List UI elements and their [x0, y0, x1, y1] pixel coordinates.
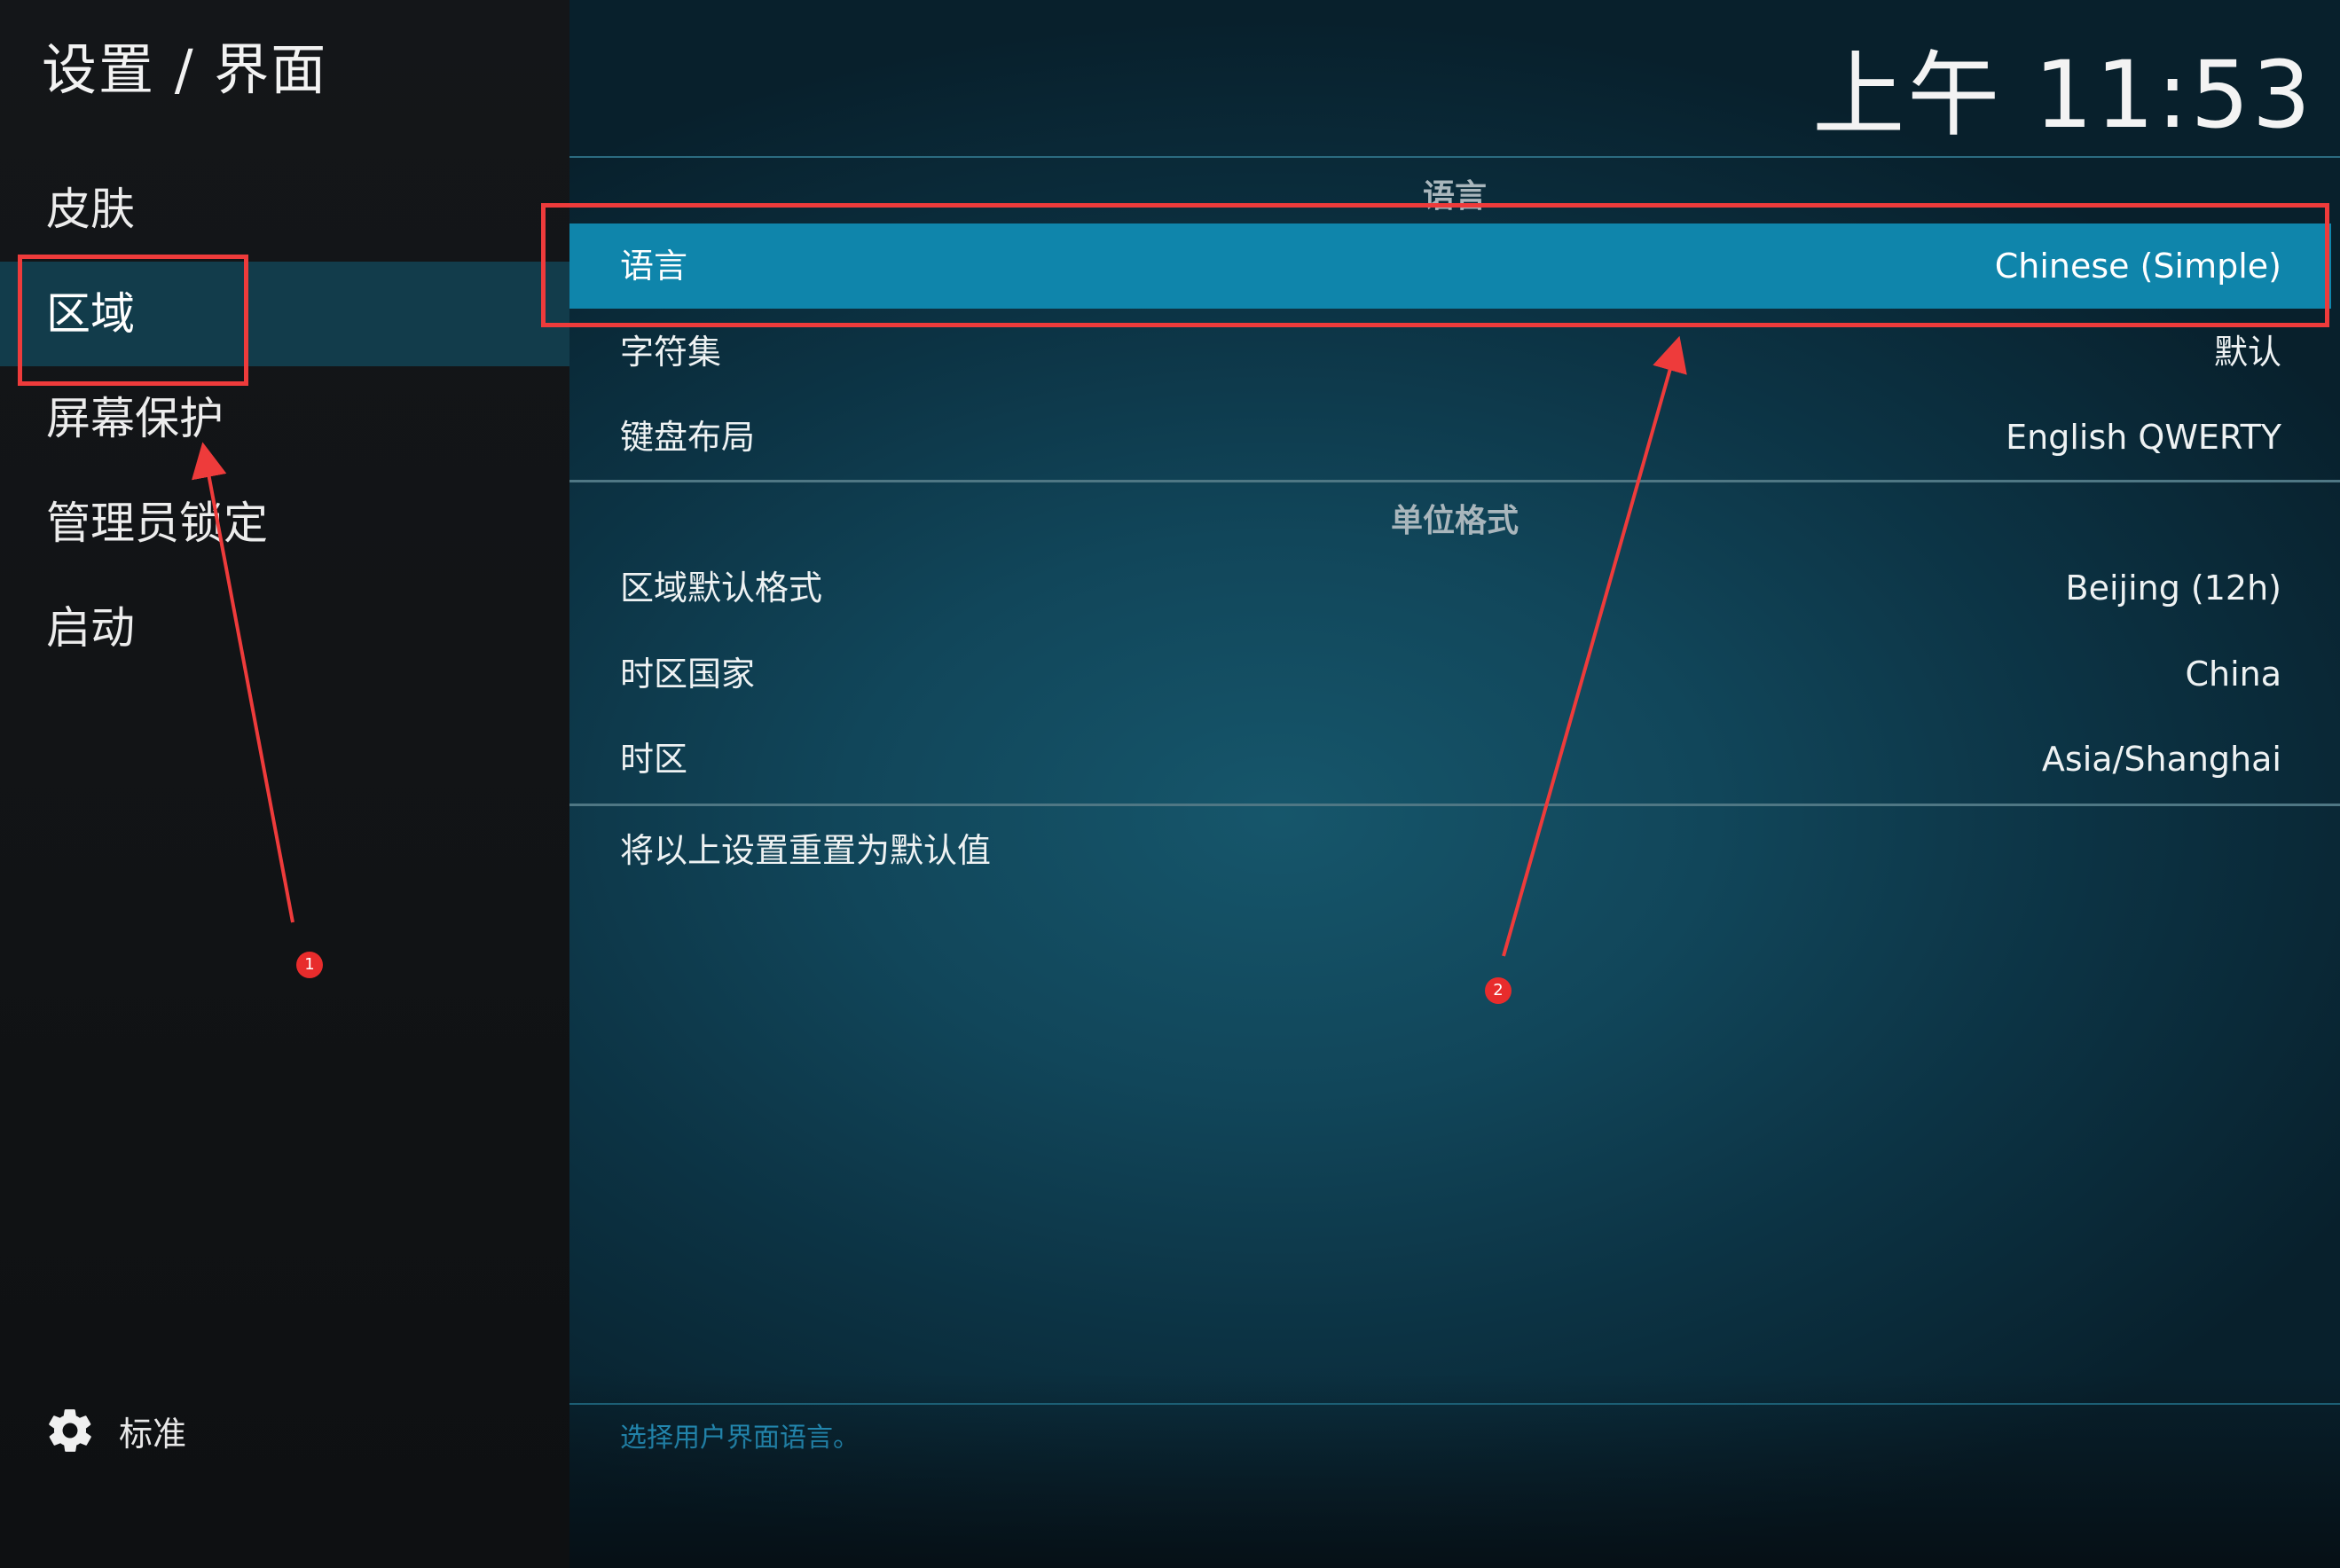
annotation-badge-2: 2 — [1485, 977, 1512, 1004]
sidebar: 设置 / 界面 皮肤 区域 屏幕保护 管理员锁定 启动 标准 — [0, 0, 569, 1568]
setting-label: 键盘布局 — [620, 418, 756, 457]
setting-row-timezone-country[interactable]: 时区国家 China — [569, 631, 2331, 717]
help-text: 选择用户界面语言。 — [620, 1423, 860, 1454]
setting-row-timezone[interactable]: 时区 Asia/Shanghai — [569, 717, 2331, 802]
sidebar-item-label: 皮肤 — [46, 184, 135, 235]
annotation-badge-1: 1 — [296, 952, 323, 978]
settings-level-label: 标准 — [119, 1414, 187, 1454]
hint-divider — [569, 1403, 2340, 1405]
gear-icon — [44, 1405, 96, 1456]
section-divider — [569, 480, 2340, 482]
annotation-box-region — [18, 255, 248, 386]
sidebar-item-label: 启动 — [46, 602, 135, 654]
reset-defaults-label: 将以上设置重置为默认值 — [620, 831, 992, 870]
reset-defaults-button[interactable]: 将以上设置重置为默认值 — [569, 808, 2331, 893]
setting-label: 时区国家 — [620, 655, 756, 694]
header-divider — [569, 156, 2340, 158]
sidebar-item-label: 管理员锁定 — [46, 498, 268, 549]
setting-row-region-format[interactable]: 区域默认格式 Beijing (12h) — [569, 545, 2331, 631]
sidebar-item-startup[interactable]: 启动 — [0, 576, 569, 680]
section-header-unit-format: 单位格式 — [1390, 503, 1519, 539]
sidebar-item-label: 屏幕保护 — [46, 393, 224, 444]
setting-value: Beijing (12h) — [2065, 568, 2282, 608]
setting-label: 区域默认格式 — [620, 568, 823, 608]
sidebar-item-skin[interactable]: 皮肤 — [0, 157, 569, 262]
page-title: 设置 / 界面 — [42, 37, 328, 102]
setting-value: China — [2185, 655, 2281, 694]
setting-value: English QWERTY — [2006, 418, 2281, 457]
annotation-box-language — [541, 203, 2329, 327]
setting-row-keyboard-layout[interactable]: 键盘布局 English QWERTY — [569, 395, 2331, 480]
settings-level-button[interactable]: 标准 — [44, 1399, 186, 1462]
setting-value: Asia/Shanghai — [2041, 740, 2281, 779]
clock: 上午 11:53 — [1812, 41, 2313, 149]
setting-label: 时区 — [620, 740, 688, 779]
section-divider — [569, 804, 2340, 806]
kodi-settings-screen: 设置 / 界面 皮肤 区域 屏幕保护 管理员锁定 启动 标准 上午 11:53 — [0, 0, 2340, 1568]
sidebar-item-master-lock[interactable]: 管理员锁定 — [0, 471, 569, 576]
